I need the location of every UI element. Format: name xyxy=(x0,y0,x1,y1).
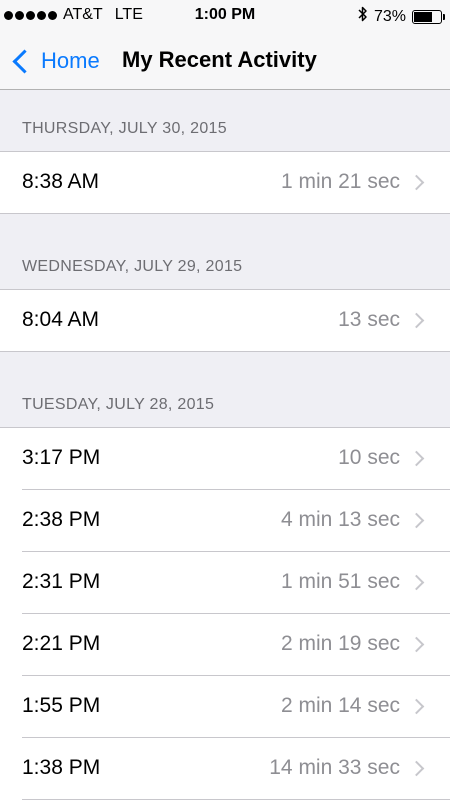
activity-duration: 4 min 13 sec xyxy=(280,508,400,531)
chevron-right-icon xyxy=(408,512,425,529)
activity-row[interactable]: 8:04 AM 13 sec xyxy=(0,290,450,352)
activity-time: 2:21 PM xyxy=(22,632,101,655)
section-date: WEDNESDAY, JULY 29, 2015 xyxy=(22,258,243,275)
chevron-left-icon xyxy=(12,48,37,74)
activity-duration: 10 sec xyxy=(338,446,400,469)
activity-time: 2:31 PM xyxy=(22,570,101,593)
activity-row[interactable]: 2:31 PM 1 min 51 sec xyxy=(0,552,450,614)
activity-duration: 2 min 14 sec xyxy=(280,694,400,717)
navigation-bar: Home My Recent Activity xyxy=(0,36,450,90)
activity-time: 3:17 PM xyxy=(22,446,101,469)
battery-icon xyxy=(412,9,445,24)
battery-fill xyxy=(414,11,432,22)
page-title: My Recent Activity xyxy=(122,47,317,72)
activity-row[interactable]: 8:38 AM 1 min 21 sec xyxy=(0,152,450,214)
activity-row[interactable]: 1:38 PM 14 min 33 sec xyxy=(0,738,450,800)
section-date: TUESDAY, JULY 28, 2015 xyxy=(22,396,215,413)
activity-row[interactable]: 2:21 PM 2 min 19 sec xyxy=(0,614,450,676)
chevron-right-icon xyxy=(408,636,425,653)
activity-time: 1:38 PM xyxy=(22,756,101,779)
section-header: WEDNESDAY, JULY 29, 2015 xyxy=(0,228,450,290)
activity-time: 8:38 AM xyxy=(22,170,100,193)
section-date: THURSDAY, JULY 30, 2015 xyxy=(22,120,227,137)
back-label: Home xyxy=(41,48,100,73)
activity-duration: 14 min 33 sec xyxy=(269,756,400,779)
back-button[interactable]: Home xyxy=(10,46,100,76)
activity-row[interactable]: 2:38 PM 4 min 13 sec xyxy=(0,490,450,552)
activity-time: 1:55 PM xyxy=(22,694,101,717)
activity-duration: 1 min 21 sec xyxy=(280,170,400,193)
chevron-right-icon xyxy=(408,760,425,777)
activity-duration: 2 min 19 sec xyxy=(280,632,400,655)
activity-time: 2:38 PM xyxy=(22,508,101,531)
chevron-right-icon xyxy=(408,574,425,591)
status-bar: AT&T LTE 1:00 PM 73% xyxy=(0,0,450,36)
activity-list: THURSDAY, JULY 30, 2015 8:38 AM 1 min 21… xyxy=(0,90,450,800)
chevron-right-icon xyxy=(408,698,425,715)
battery-percent: 73% xyxy=(373,7,406,25)
activity-row[interactable]: 1:55 PM 2 min 14 sec xyxy=(0,676,450,738)
status-right: 73% xyxy=(358,6,445,27)
section-header: TUESDAY, JULY 28, 2015 xyxy=(0,366,450,428)
activity-duration: 1 min 51 sec xyxy=(280,570,400,593)
activity-row[interactable]: 3:17 PM 10 sec xyxy=(0,428,450,490)
activity-duration: 13 sec xyxy=(338,308,400,331)
bluetooth-icon xyxy=(358,6,368,27)
section-header: THURSDAY, JULY 30, 2015 xyxy=(0,90,450,152)
chevron-right-icon xyxy=(408,450,425,467)
activity-time: 8:04 AM xyxy=(22,308,100,331)
chevron-right-icon xyxy=(408,174,425,191)
chevron-right-icon xyxy=(408,312,425,329)
